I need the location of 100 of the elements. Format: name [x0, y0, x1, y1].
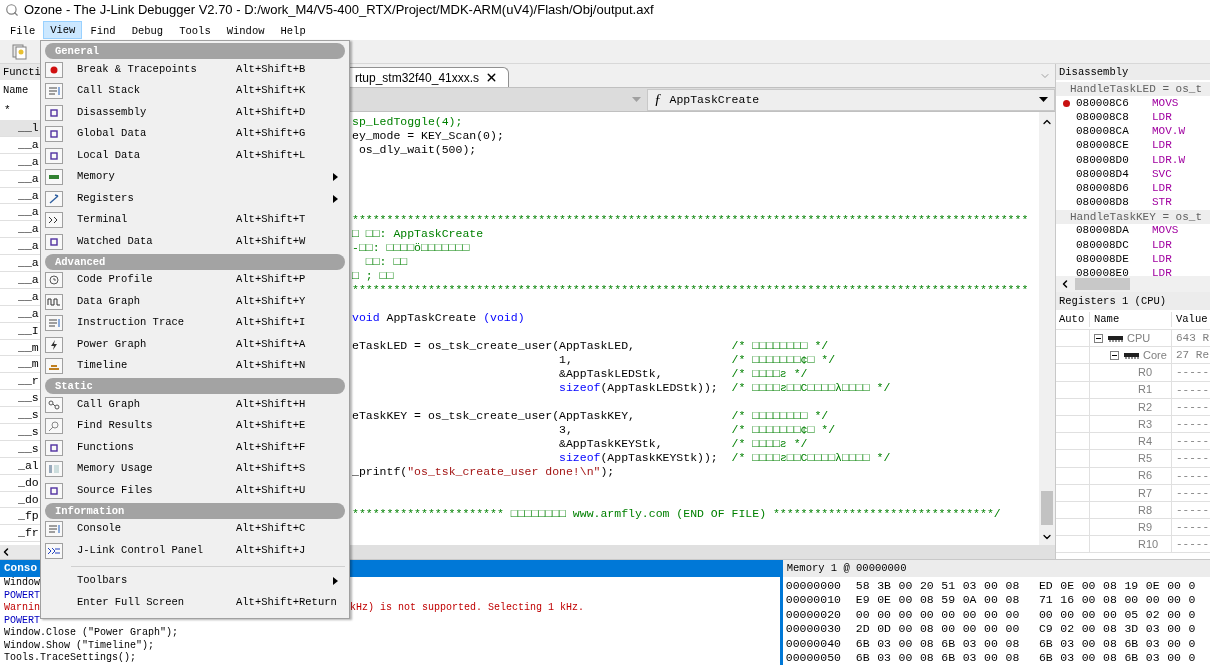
menu-item[interactable]: Local Data Alt+Shift+L: [41, 145, 349, 167]
horizontal-scrollbar[interactable]: [1056, 276, 1210, 292]
memory-byte[interactable]: 0: [1188, 579, 1210, 594]
memory-byte[interactable]: 3D: [1124, 622, 1146, 637]
memory-byte[interactable]: 0: [1188, 636, 1210, 651]
memory-byte[interactable]: 00: [1124, 593, 1146, 608]
menu-item[interactable]: Memory: [41, 166, 349, 188]
memory-byte[interactable]: 6B: [1124, 650, 1146, 665]
memory-byte[interactable]: 00: [1081, 579, 1104, 594]
memory-byte[interactable]: 6B: [1124, 636, 1146, 651]
memory-byte[interactable]: 0: [1188, 622, 1210, 637]
menu-item[interactable]: Find Results Alt+Shift+E: [41, 415, 349, 437]
function-name[interactable]: __a: [18, 273, 39, 286]
menu-item[interactable]: Console Alt+Shift+C: [41, 518, 349, 540]
memory-byte[interactable]: 6B: [855, 636, 878, 651]
menu-item[interactable]: Power Graph Alt+Shift+A: [41, 334, 349, 356]
menu-item[interactable]: Enter Full Screen Alt+Shift+Return: [41, 592, 349, 614]
memory-byte[interactable]: 6B: [1038, 650, 1061, 665]
menu-bar-item[interactable]: Find: [82, 21, 124, 39]
memory-byte[interactable]: 6B: [941, 650, 963, 665]
memory-byte[interactable]: 19: [1124, 579, 1146, 594]
function-name[interactable]: __m: [18, 357, 39, 371]
memory-byte[interactable]: 00: [898, 636, 920, 651]
memory-byte[interactable]: 00: [1167, 607, 1189, 623]
memory-byte[interactable]: 58: [855, 579, 878, 594]
column-header[interactable]: Auto: [1056, 311, 1090, 328]
memory-byte[interactable]: 08: [919, 650, 942, 665]
memory-byte[interactable]: 00: [984, 607, 1006, 623]
documents-icon[interactable]: [12, 43, 28, 60]
memory-byte[interactable]: 00: [941, 622, 963, 637]
memory-byte[interactable]: 00: [898, 579, 920, 594]
memory-byte[interactable]: 00: [1060, 607, 1082, 623]
menu-bar-item[interactable]: Window: [218, 21, 273, 39]
memory-byte[interactable]: 6B: [941, 636, 963, 651]
collapse-icon[interactable]: [1110, 350, 1119, 360]
filter-text[interactable]: *: [4, 104, 11, 116]
memory-byte[interactable]: 00: [1103, 607, 1125, 623]
memory-byte[interactable]: 51: [941, 579, 963, 594]
function-name[interactable]: __a: [18, 205, 39, 219]
function-name[interactable]: __a: [18, 239, 39, 253]
memory-byte[interactable]: 03: [1060, 650, 1082, 665]
menu-item[interactable]: Memory Usage Alt+Shift+S: [41, 458, 349, 480]
function-dropdown[interactable]: ƒ AppTaskCreate: [647, 88, 1055, 111]
memory-byte[interactable]: 00: [984, 579, 1006, 594]
vertical-scrollbar[interactable]: [1039, 112, 1055, 545]
memory-byte[interactable]: ED: [1038, 579, 1061, 594]
memory-byte[interactable]: 00: [898, 593, 920, 608]
memory-byte[interactable]: 16: [1060, 593, 1082, 608]
function-name[interactable]: __I: [18, 323, 39, 337]
memory-byte[interactable]: 00: [1167, 622, 1189, 637]
memory-byte[interactable]: 0D: [877, 622, 899, 637]
function-name[interactable]: __a: [18, 154, 39, 168]
scrollbar-thumb[interactable]: [1041, 491, 1053, 525]
function-name[interactable]: __a: [18, 222, 39, 236]
memory-byte[interactable]: 20: [919, 579, 942, 594]
memory-byte[interactable]: 08: [1103, 622, 1125, 637]
column-header[interactable]: Name: [1090, 311, 1172, 328]
function-name[interactable]: _al: [18, 458, 39, 472]
memory-byte[interactable]: 08: [1005, 650, 1027, 665]
menu-item[interactable]: Instruction Trace Alt+Shift+I: [41, 312, 349, 334]
dropdown-arrow-icon[interactable]: [1039, 97, 1048, 102]
menu-item[interactable]: Disassembly Alt+Shift+D: [41, 102, 349, 124]
collapse-icon[interactable]: [1094, 333, 1103, 343]
memory-byte[interactable]: 00: [898, 607, 920, 623]
memory-byte[interactable]: 71: [1038, 593, 1061, 608]
memory-byte[interactable]: 00: [1167, 650, 1189, 665]
column-header[interactable]: Value: [1172, 311, 1208, 328]
function-name[interactable]: __m: [18, 340, 39, 354]
memory-byte[interactable]: 08: [1103, 593, 1125, 608]
memory-byte[interactable]: 3B: [877, 579, 899, 594]
memory-byte[interactable]: 00: [1081, 650, 1104, 665]
memory-byte[interactable]: 03: [877, 650, 899, 665]
memory-byte[interactable]: 0A: [962, 593, 985, 608]
menu-item[interactable]: J-Link Control Panel Alt+Shift+J: [41, 540, 349, 562]
function-name[interactable]: __s: [18, 425, 39, 439]
function-name[interactable]: __a: [18, 171, 39, 185]
memory-byte[interactable]: 00: [984, 636, 1006, 651]
memory-byte[interactable]: C9: [1038, 622, 1061, 637]
menu-item[interactable]: Terminal Alt+Shift+T: [41, 209, 349, 231]
memory-byte[interactable]: 2D: [855, 622, 878, 637]
memory-byte[interactable]: 0E: [1060, 579, 1082, 594]
menu-item[interactable]: Source Files Alt+Shift+U: [41, 480, 349, 502]
menu-bar-item[interactable]: Help: [272, 21, 314, 39]
menu-item[interactable]: Call Graph Alt+Shift+H: [41, 394, 349, 416]
memory-byte[interactable]: 03: [1145, 622, 1168, 637]
memory-byte[interactable]: 00: [1005, 622, 1027, 637]
memory-byte[interactable]: 00: [898, 622, 920, 637]
memory-byte[interactable]: 00: [877, 607, 899, 623]
function-name[interactable]: __s: [18, 391, 39, 405]
memory-byte[interactable]: 03: [1145, 636, 1168, 651]
memory-byte[interactable]: 00: [984, 622, 1006, 637]
memory-byte[interactable]: 00: [855, 607, 878, 623]
memory-byte[interactable]: 08: [1103, 636, 1125, 651]
function-name[interactable]: __s: [18, 408, 39, 422]
function-name[interactable]: __a: [18, 289, 39, 303]
menu-item[interactable]: Toolbars: [41, 570, 349, 592]
memory-byte[interactable]: 08: [1103, 579, 1125, 594]
function-name[interactable]: _fr: [18, 526, 39, 540]
memory-byte[interactable]: 00: [1038, 607, 1061, 623]
memory-byte[interactable]: 03: [1145, 650, 1168, 665]
